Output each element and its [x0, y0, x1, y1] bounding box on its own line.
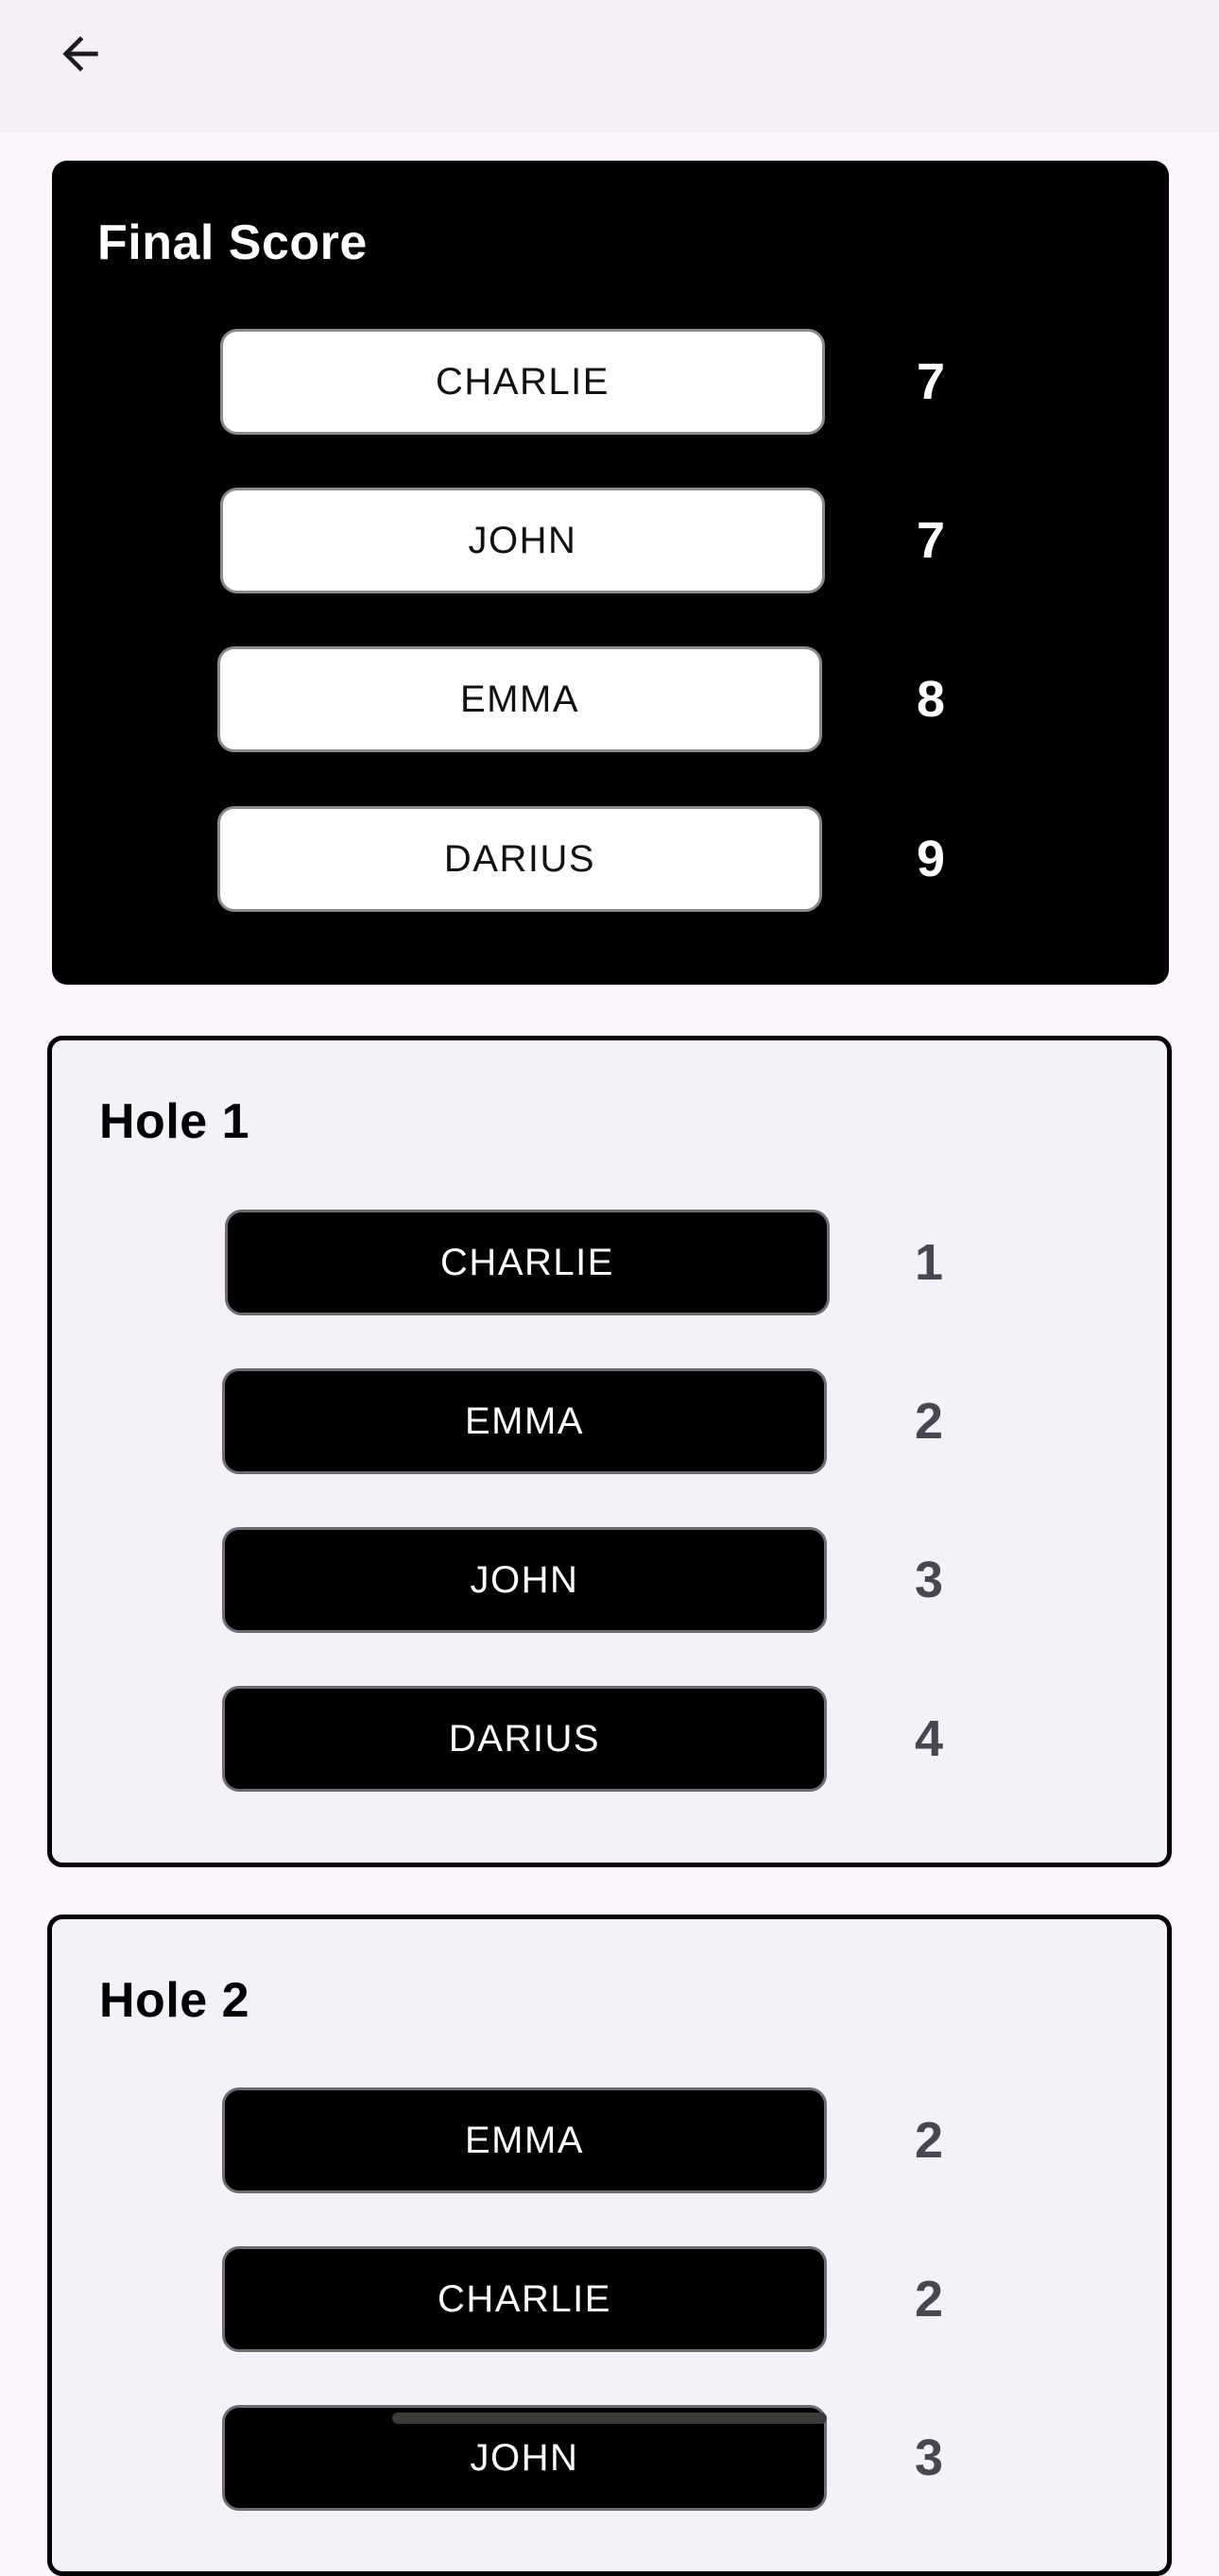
player-name-button[interactable]: CHARLIE — [225, 1210, 830, 1315]
app-bar — [0, 0, 1219, 132]
final-score-row: CHARLIE 7 — [52, 329, 1169, 435]
player-name-button[interactable]: JOHN — [220, 488, 825, 593]
player-score: 2 — [914, 2271, 944, 2327]
hole-card: Hole 1 CHARLIE 1 EMMA 2 JOHN 3 DARIUS 4 — [47, 1036, 1172, 1867]
player-name-button[interactable]: DARIUS — [222, 1686, 827, 1792]
player-name-button[interactable]: CHARLIE — [220, 329, 825, 435]
final-score-card: Final Score CHARLIE 7 JOHN 7 EMMA 8 DARI… — [52, 161, 1169, 985]
player-name-button[interactable]: DARIUS — [217, 806, 822, 912]
hole-score-row: CHARLIE 2 — [52, 2246, 1167, 2352]
hole-score-row: DARIUS 4 — [52, 1686, 1167, 1792]
player-name-button[interactable]: EMMA — [217, 646, 822, 752]
final-score-title: Final Score — [97, 215, 368, 270]
player-score: 3 — [914, 2430, 944, 2486]
player-name-button[interactable]: EMMA — [222, 1368, 827, 1474]
player-score: 7 — [916, 353, 946, 410]
hole-title: Hole 1 — [99, 1094, 250, 1149]
player-score: 1 — [914, 1234, 944, 1291]
final-score-row: DARIUS 9 — [52, 806, 1169, 912]
home-indicator[interactable] — [392, 2413, 827, 2424]
arrow-left-icon — [62, 36, 98, 72]
hole-card: Hole 2 EMMA 2 CHARLIE 2 JOHN 3 — [47, 1915, 1172, 2576]
back-button[interactable] — [47, 21, 113, 87]
final-score-row: EMMA 8 — [52, 646, 1169, 752]
player-name-button[interactable]: EMMA — [222, 2087, 827, 2193]
player-score: 4 — [914, 1710, 944, 1767]
player-score: 8 — [916, 671, 946, 728]
hole-score-row: CHARLIE 1 — [52, 1210, 1167, 1315]
player-name-button[interactable]: JOHN — [222, 1527, 827, 1633]
hole-title: Hole 2 — [99, 1973, 250, 2028]
hole-score-row: JOHN 3 — [52, 1527, 1167, 1633]
hole-score-row: EMMA 2 — [52, 2087, 1167, 2193]
player-score: 7 — [916, 512, 946, 569]
hole-score-row: EMMA 2 — [52, 1368, 1167, 1474]
player-score: 3 — [914, 1552, 944, 1608]
player-score: 9 — [916, 831, 946, 887]
player-name-button[interactable]: CHARLIE — [222, 2246, 827, 2352]
final-score-row: JOHN 7 — [52, 488, 1169, 593]
player-score: 2 — [914, 1393, 944, 1450]
player-score: 2 — [914, 2112, 944, 2169]
